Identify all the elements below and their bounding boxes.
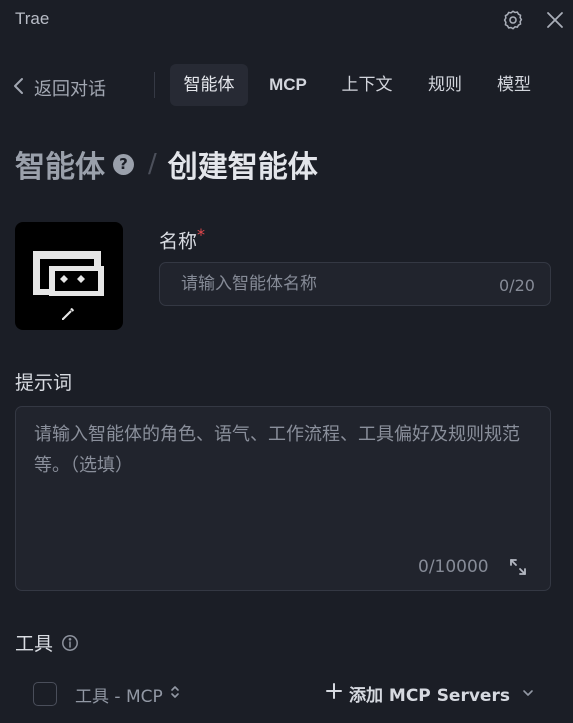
- agent-avatar[interactable]: [15, 222, 123, 330]
- back-to-chat-button[interactable]: 返回对话: [12, 75, 106, 101]
- prompt-textarea[interactable]: [34, 419, 534, 549]
- breadcrumb: 智能体 ? / 创建智能体: [15, 142, 318, 186]
- name-label: 名称*: [159, 225, 205, 253]
- back-label: 返回对话: [34, 79, 106, 100]
- plus-icon: [325, 682, 343, 705]
- breadcrumb-root[interactable]: 智能体: [15, 142, 105, 186]
- nav-bar: 返回对话 智能体 MCP 上下文 规则 模型: [0, 64, 573, 110]
- name-field[interactable]: 0/20: [159, 262, 551, 306]
- tools-label: 工具: [15, 629, 79, 656]
- title-bar: Trae: [0, 0, 573, 40]
- tools-table-header: 工具 - MCP 添加 MCP Servers: [0, 676, 573, 712]
- prompt-field[interactable]: 0/10000: [15, 406, 551, 591]
- name-input[interactable]: [160, 263, 480, 305]
- add-mcp-label: 添加 MCP Servers: [349, 686, 510, 706]
- breadcrumb-separator: /: [148, 149, 157, 179]
- app-title: Trae: [15, 9, 50, 28]
- add-mcp-servers-button[interactable]: 添加 MCP Servers: [325, 681, 534, 706]
- prompt-char-counter: 0/10000: [418, 557, 489, 577]
- tab-mcp[interactable]: MCP: [262, 64, 314, 106]
- expand-icon[interactable]: [508, 557, 528, 577]
- sort-icon: [169, 684, 181, 705]
- select-all-checkbox[interactable]: [33, 682, 57, 706]
- help-icon[interactable]: ?: [113, 153, 134, 175]
- tools-column-label: 工具 - MCP: [75, 687, 163, 707]
- tab-rules[interactable]: 规则: [420, 64, 470, 106]
- close-icon[interactable]: [545, 10, 565, 30]
- tab-context[interactable]: 上下文: [334, 64, 400, 106]
- tools-column-header[interactable]: 工具 - MCP: [75, 682, 181, 707]
- chevron-left-icon: [12, 77, 26, 100]
- required-mark: *: [197, 225, 206, 244]
- edit-pencil-icon[interactable]: [60, 306, 76, 326]
- page-title: 创建智能体: [167, 150, 318, 185]
- name-char-counter: 0/20: [499, 276, 535, 295]
- name-label-text: 名称: [159, 230, 198, 253]
- chevron-down-icon: [522, 684, 534, 704]
- tab-models[interactable]: 模型: [489, 64, 539, 106]
- tab-agents[interactable]: 智能体: [170, 64, 248, 106]
- info-icon[interactable]: [61, 634, 79, 652]
- nav-divider: [154, 72, 155, 98]
- tools-label-text: 工具: [15, 633, 54, 655]
- gear-icon[interactable]: [502, 9, 524, 31]
- prompt-label: 提示词: [15, 372, 73, 394]
